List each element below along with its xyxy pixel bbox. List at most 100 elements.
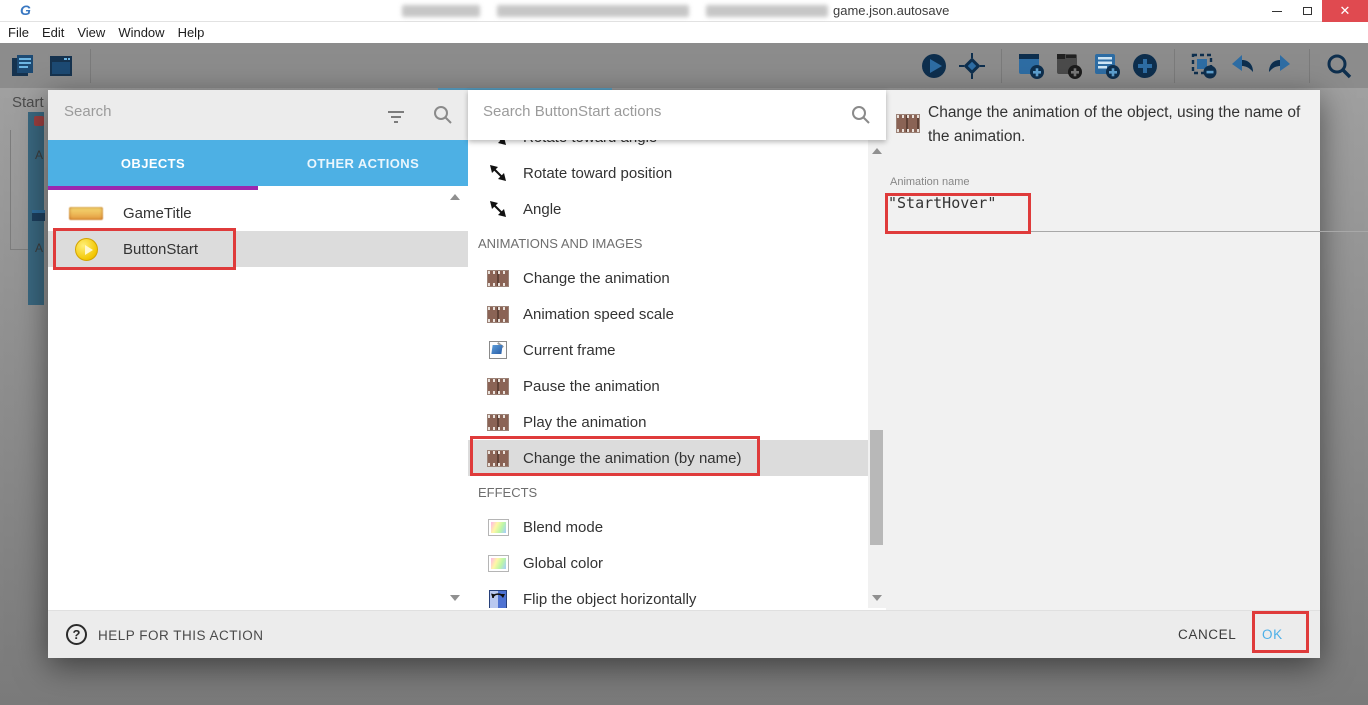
objects-tabbar: OBJECTS OTHER ACTIONS xyxy=(48,140,468,186)
background-event-icon xyxy=(32,210,45,221)
tab-objects[interactable]: OBJECTS xyxy=(48,140,258,186)
window-title: game.json.autosave xyxy=(833,3,949,18)
action-description: Change the animation of the object, usin… xyxy=(928,101,1310,149)
action-detail-panel: Change the animation of the object, usin… xyxy=(886,90,1320,610)
help-icon[interactable]: ? xyxy=(66,624,87,645)
action-item[interactable]: Pause the animation xyxy=(468,368,868,404)
filter-icon[interactable] xyxy=(386,106,406,126)
film-icon xyxy=(487,450,509,467)
film-icon xyxy=(896,114,920,133)
dialog-footer: ? HELP FOR THIS ACTION CANCEL OK xyxy=(48,610,1320,658)
add-circle-icon[interactable] xyxy=(1130,50,1160,82)
start-page-icon[interactable] xyxy=(46,50,76,82)
actions-search-bar xyxy=(468,90,886,140)
action-label: Pause the animation xyxy=(523,378,660,395)
minimize-button[interactable] xyxy=(1262,0,1292,22)
animation-name-label: Animation name xyxy=(890,176,970,188)
rotate-icon xyxy=(486,199,510,219)
action-label: Animation speed scale xyxy=(523,306,674,323)
debug-icon[interactable] xyxy=(957,50,987,82)
scroll-down-arrow[interactable] xyxy=(450,595,460,601)
menu-bar: File Edit View Window Help xyxy=(0,22,1368,43)
animation-name-input[interactable] xyxy=(888,194,1228,212)
menu-view[interactable]: View xyxy=(77,25,105,40)
actions-search-input[interactable] xyxy=(483,103,813,120)
maximize-button[interactable] xyxy=(1292,0,1322,22)
action-label: Angle xyxy=(523,201,561,218)
redacted-path-segment xyxy=(402,5,480,17)
cancel-button[interactable]: CANCEL xyxy=(1178,627,1236,642)
film-icon xyxy=(487,378,509,395)
object-label: GameTitle xyxy=(123,205,192,222)
section-header: EFFECTS xyxy=(478,476,537,509)
rainbow-icon xyxy=(488,519,509,536)
background-event-bar xyxy=(28,112,44,305)
play-button-thumbnail xyxy=(75,238,98,261)
object-item-gametitle[interactable]: GameTitle xyxy=(48,195,468,231)
ok-button[interactable]: OK xyxy=(1262,627,1283,642)
toolbar-separator xyxy=(1001,49,1002,83)
action-label: Play the animation xyxy=(523,414,646,431)
toolbar-separator xyxy=(1309,49,1310,83)
add-event-icon[interactable] xyxy=(1016,50,1046,82)
object-item-buttonstart[interactable]: ButtonStart xyxy=(48,231,468,267)
project-manager-icon[interactable] xyxy=(8,50,38,82)
film-icon xyxy=(487,306,509,323)
background-event-icon xyxy=(34,116,44,126)
film-icon xyxy=(487,414,509,431)
redacted-path-segment xyxy=(497,5,689,17)
rotate-icon xyxy=(486,163,510,183)
menu-window[interactable]: Window xyxy=(118,25,164,40)
objects-search-bar xyxy=(48,90,468,140)
action-item[interactable]: Flip the object horizontally xyxy=(468,581,868,608)
actions-scrollbar-thumb[interactable] xyxy=(870,430,883,545)
action-item[interactable]: Global color xyxy=(468,545,868,581)
scroll-up-arrow[interactable] xyxy=(450,194,460,200)
action-label: Global color xyxy=(523,555,603,572)
objects-search-input[interactable] xyxy=(64,103,364,120)
menu-help[interactable]: Help xyxy=(178,25,205,40)
action-item-selected[interactable]: Change the animation (by name) xyxy=(468,440,868,476)
rainbow-icon xyxy=(488,555,509,572)
play-icon[interactable] xyxy=(919,50,949,82)
frame-icon xyxy=(489,341,507,359)
action-editor-dialog: OBJECTS OTHER ACTIONS GameTitle ButtonSt… xyxy=(48,90,1320,658)
undo-icon[interactable] xyxy=(1227,50,1257,82)
menu-edit[interactable]: Edit xyxy=(42,25,64,40)
redo-icon[interactable] xyxy=(1265,50,1295,82)
scroll-up-arrow[interactable] xyxy=(872,148,882,154)
redacted-path-segment xyxy=(706,5,828,17)
title-bar: G game.json.autosave ✕ xyxy=(0,0,1368,22)
action-label: Change the animation xyxy=(523,270,670,287)
action-item[interactable]: Animation speed scale xyxy=(468,296,868,332)
scroll-down-arrow[interactable] xyxy=(872,595,882,601)
action-item[interactable]: Play the animation xyxy=(468,404,868,440)
action-label: Current frame xyxy=(523,342,616,359)
tab-other-actions[interactable]: OTHER ACTIONS xyxy=(258,140,468,186)
action-label: Flip the object horizontally xyxy=(523,591,696,608)
action-label: Blend mode xyxy=(523,519,603,536)
search-icon[interactable] xyxy=(850,104,872,126)
toolbar-separator xyxy=(1174,49,1175,83)
action-item[interactable]: Blend mode xyxy=(468,509,868,545)
add-comment-icon[interactable] xyxy=(1092,50,1122,82)
action-item[interactable]: Change the animation xyxy=(468,260,868,296)
add-subevent-icon[interactable] xyxy=(1054,50,1084,82)
action-item[interactable]: Current frame xyxy=(468,332,868,368)
background-event-tree-line xyxy=(10,130,28,250)
object-label: ButtonStart xyxy=(123,241,198,258)
remove-selection-icon[interactable] xyxy=(1189,50,1219,82)
search-icon[interactable] xyxy=(432,104,454,126)
background-event-letter: A xyxy=(35,241,43,255)
help-link[interactable]: HELP FOR THIS ACTION xyxy=(98,628,264,643)
action-item[interactable]: Rotate toward position xyxy=(468,155,868,191)
game-title-thumbnail xyxy=(69,207,103,220)
action-item[interactable]: Angle xyxy=(468,191,868,227)
search-icon[interactable] xyxy=(1324,50,1354,82)
active-tab-indicator xyxy=(48,186,258,190)
menu-file[interactable]: File xyxy=(8,25,29,40)
actions-list: Rotate toward angle Rotate toward positi… xyxy=(468,90,868,608)
background-tab-label: Start xyxy=(12,94,44,111)
close-button[interactable]: ✕ xyxy=(1322,0,1368,22)
action-label: Rotate toward position xyxy=(523,165,672,182)
